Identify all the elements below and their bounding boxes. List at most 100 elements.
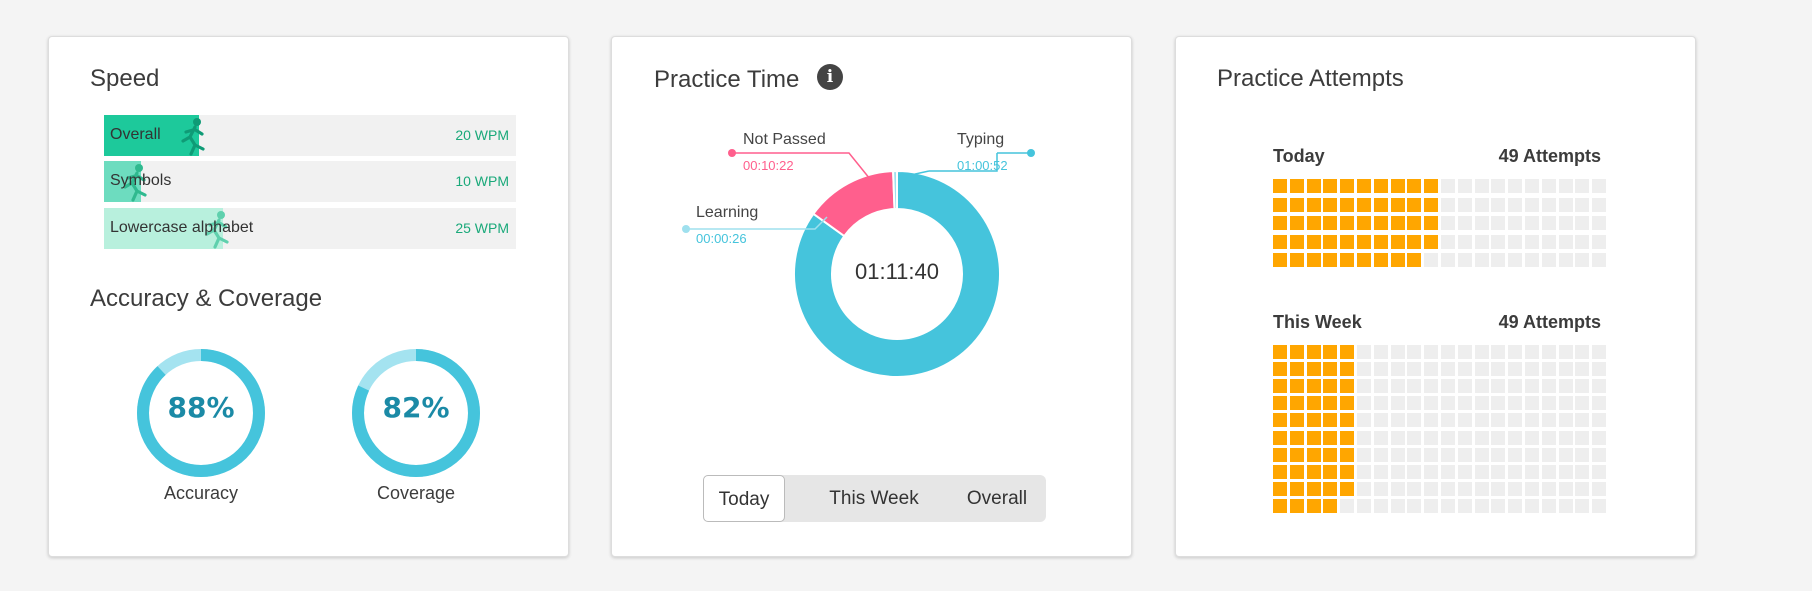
tab-this-week[interactable]: This Week [809,475,939,522]
attempt-cell [1273,464,1287,479]
attempt-cell [1558,179,1573,193]
attempt-cell [1357,362,1371,377]
attempt-cell [1457,345,1472,359]
attempt-cell [1424,216,1439,230]
attempt-cell [1525,234,1539,249]
attempt-cell [1390,464,1405,479]
attempt-cell [1441,345,1455,359]
attempt-cell [1340,379,1355,394]
speed-title: Speed [90,65,160,92]
attempt-cell [1306,179,1321,193]
attempt-cell [1289,447,1304,462]
attempt-cell [1407,216,1422,230]
attempt-cell [1340,396,1355,411]
attempt-cell [1474,430,1489,445]
attempt-cell [1407,379,1422,394]
attempt-cell [1558,362,1573,377]
attempt-cell [1575,498,1590,513]
practice-time-card: Practice Time i 01:11:40 Typing 01:00:52… [611,36,1132,557]
attempt-cell [1390,447,1405,462]
attempt-cell [1407,481,1422,496]
attempt-cell [1289,362,1304,377]
attempt-cell [1273,216,1287,230]
attempt-cell [1474,216,1489,230]
tab-today[interactable]: Today [703,475,785,522]
attempt-cell [1575,413,1590,428]
attempt-cell [1508,362,1523,377]
attempt-cell [1541,362,1556,377]
attempt-cell [1357,253,1371,267]
attempt-cell [1508,396,1523,411]
speed-card: Speed Overall 20 WPM Symbols 10 WPM Lowe… [48,36,569,557]
attempt-cell [1407,396,1422,411]
attempt-cell [1373,396,1388,411]
attempt-cell [1558,447,1573,462]
attempt-cell [1390,396,1405,411]
learning-label: Learning [696,204,759,221]
attempt-cell [1306,253,1321,267]
speed-bar-symbols: Symbols 10 WPM [104,161,516,202]
attempt-cell [1525,447,1539,462]
attempt-cell [1424,345,1439,359]
tab-overall[interactable]: Overall [953,475,1041,522]
attempt-cell [1424,481,1439,496]
attempt-cell [1373,481,1388,496]
attempt-cell [1474,253,1489,267]
attempt-cell [1508,234,1523,249]
attempt-cell [1525,345,1539,359]
attempt-cell [1273,498,1287,513]
attempt-cell [1357,464,1371,479]
attempt-cell [1541,413,1556,428]
attempt-cell [1525,253,1539,267]
attempt-cell [1407,253,1422,267]
attempt-cell [1441,253,1455,267]
attempt-cell [1323,216,1338,230]
attempt-cell [1592,413,1607,428]
attempt-cell [1558,464,1573,479]
attempt-cell [1424,379,1439,394]
attempt-cell [1340,430,1355,445]
attempt-cell [1273,253,1287,267]
attempt-cell [1474,413,1489,428]
accuracy-label: Accuracy [163,483,239,503]
speed-label: Overall [110,126,161,143]
speed-value: 25 WPM [455,220,509,236]
attempt-cell [1323,362,1338,377]
attempt-cell [1273,197,1287,212]
attempt-cell [1474,234,1489,249]
attempt-cell [1306,498,1321,513]
attempt-cell [1525,197,1539,212]
attempt-cell [1407,413,1422,428]
attempt-cell [1474,396,1489,411]
attempt-cell [1508,216,1523,230]
attempt-cell [1575,216,1590,230]
accuracy-percent: 88% [167,391,235,424]
typing-time: 01:00:52 [957,158,1008,173]
attempt-cell [1407,345,1422,359]
attempt-cell [1541,234,1556,249]
attempt-cell [1390,481,1405,496]
attempt-cell [1289,396,1304,411]
attempt-cell [1525,396,1539,411]
learning-callout-dot [682,225,690,233]
attempt-cell [1357,379,1371,394]
attempt-cell [1289,216,1304,230]
attempt-cell [1323,481,1338,496]
speed-label: Symbols [110,172,172,189]
attempt-cell [1457,481,1472,496]
attempt-cell [1390,430,1405,445]
attempt-cell [1592,345,1607,359]
attempt-cell [1575,362,1590,377]
attempt-cell [1474,362,1489,377]
practice-attempts-title: Practice Attempts [1217,65,1404,92]
attempt-cell [1424,498,1439,513]
attempt-cell [1390,234,1405,249]
attempt-cell [1592,253,1607,267]
attempt-cell [1390,197,1405,212]
attempt-cell [1340,179,1355,193]
donut-segment-learning[interactable] [892,169,898,211]
attempt-cell [1373,379,1388,394]
attempt-cell [1474,345,1489,359]
attempt-cell [1508,430,1523,445]
attempt-cell [1306,197,1321,212]
